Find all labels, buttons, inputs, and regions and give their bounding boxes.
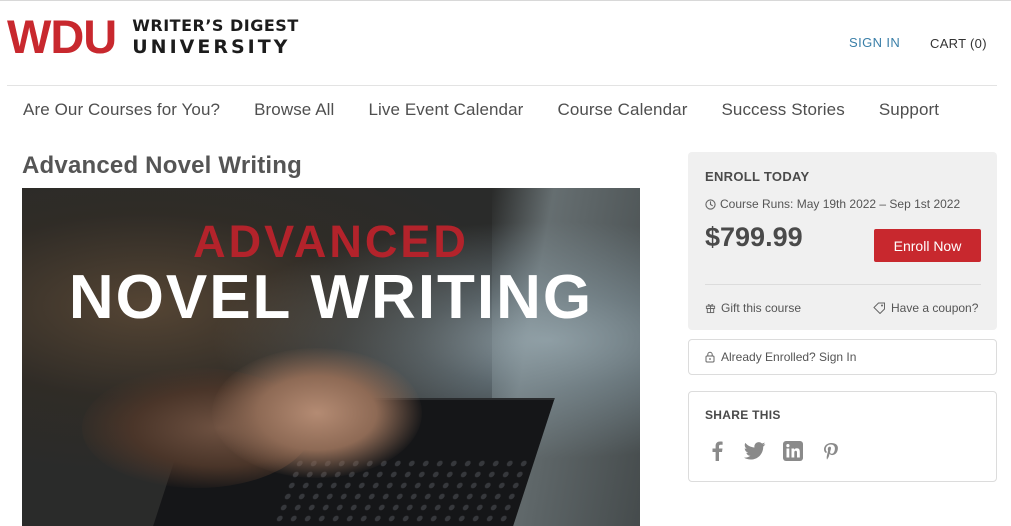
course-runs: Course Runs: May 19th 2022 – Sep 1st 202… (705, 197, 960, 211)
already-enrolled-label: Already Enrolled? Sign In (721, 350, 857, 364)
logo-wordmark: WRITER’S DIGEST UNIVERSITY (132, 16, 299, 58)
clock-icon (705, 198, 716, 210)
coupon-label: Have a coupon? (891, 301, 979, 315)
nav-item-support[interactable]: Support (879, 100, 939, 120)
hero-title-line-2: NOVEL WRITING (68, 263, 594, 332)
logo-line-1: WRITER’S DIGEST (132, 16, 299, 35)
gift-icon (705, 304, 716, 314)
gift-course-link[interactable]: Gift this course (705, 301, 801, 315)
cart-link[interactable]: CART (0) (930, 36, 987, 51)
main-nav: Are Our Courses for You? Browse All Live… (23, 100, 973, 120)
coupon-link[interactable]: Have a coupon? (873, 301, 978, 315)
enroll-now-button[interactable]: Enroll Now (874, 229, 981, 262)
share-box: SHARE THIS (688, 391, 997, 482)
enroll-card: ENROLL TODAY Course Runs: May 19th 2022 … (688, 152, 997, 330)
enroll-card-divider (705, 284, 981, 285)
nav-item-browse-all[interactable]: Browse All (254, 100, 334, 120)
already-enrolled-signin[interactable]: Already Enrolled? Sign In (688, 339, 997, 375)
lock-icon (705, 351, 715, 363)
gift-course-label: Gift this course (721, 301, 802, 315)
top-divider (0, 0, 1011, 1)
nav-item-course-calendar[interactable]: Course Calendar (557, 100, 687, 120)
linkedin-icon[interactable] (781, 440, 805, 462)
enroll-heading: ENROLL TODAY (705, 169, 810, 184)
page-title: Advanced Novel Writing (22, 152, 303, 179)
header-divider (7, 85, 997, 86)
hero-title-line-1: ADVANCED (193, 216, 469, 267)
nav-item-courses-for-you[interactable]: Are Our Courses for You? (23, 100, 220, 120)
pinterest-icon[interactable] (819, 440, 843, 462)
twitter-icon[interactable] (743, 440, 767, 462)
share-heading: SHARE THIS (705, 408, 781, 422)
facebook-icon[interactable] (705, 440, 729, 462)
logo-line-2: UNIVERSITY (132, 36, 291, 58)
tag-icon (873, 302, 885, 314)
nav-item-success-stories[interactable]: Success Stories (721, 100, 844, 120)
logo-mark: WDU (7, 10, 117, 63)
course-price: $799.99 (705, 222, 803, 252)
share-icons (705, 440, 843, 462)
sign-in-link[interactable]: SIGN IN (849, 35, 900, 50)
hero-right-hand (212, 348, 422, 478)
nav-item-live-event-calendar[interactable]: Live Event Calendar (368, 100, 523, 120)
course-hero-image: ADVANCED NOVEL WRITING (22, 188, 640, 526)
course-runs-text: Course Runs: May 19th 2022 – Sep 1st 202… (720, 197, 961, 211)
wdu-logo[interactable]: WDU WRITER’S DIGEST UNIVERSITY (7, 10, 299, 63)
